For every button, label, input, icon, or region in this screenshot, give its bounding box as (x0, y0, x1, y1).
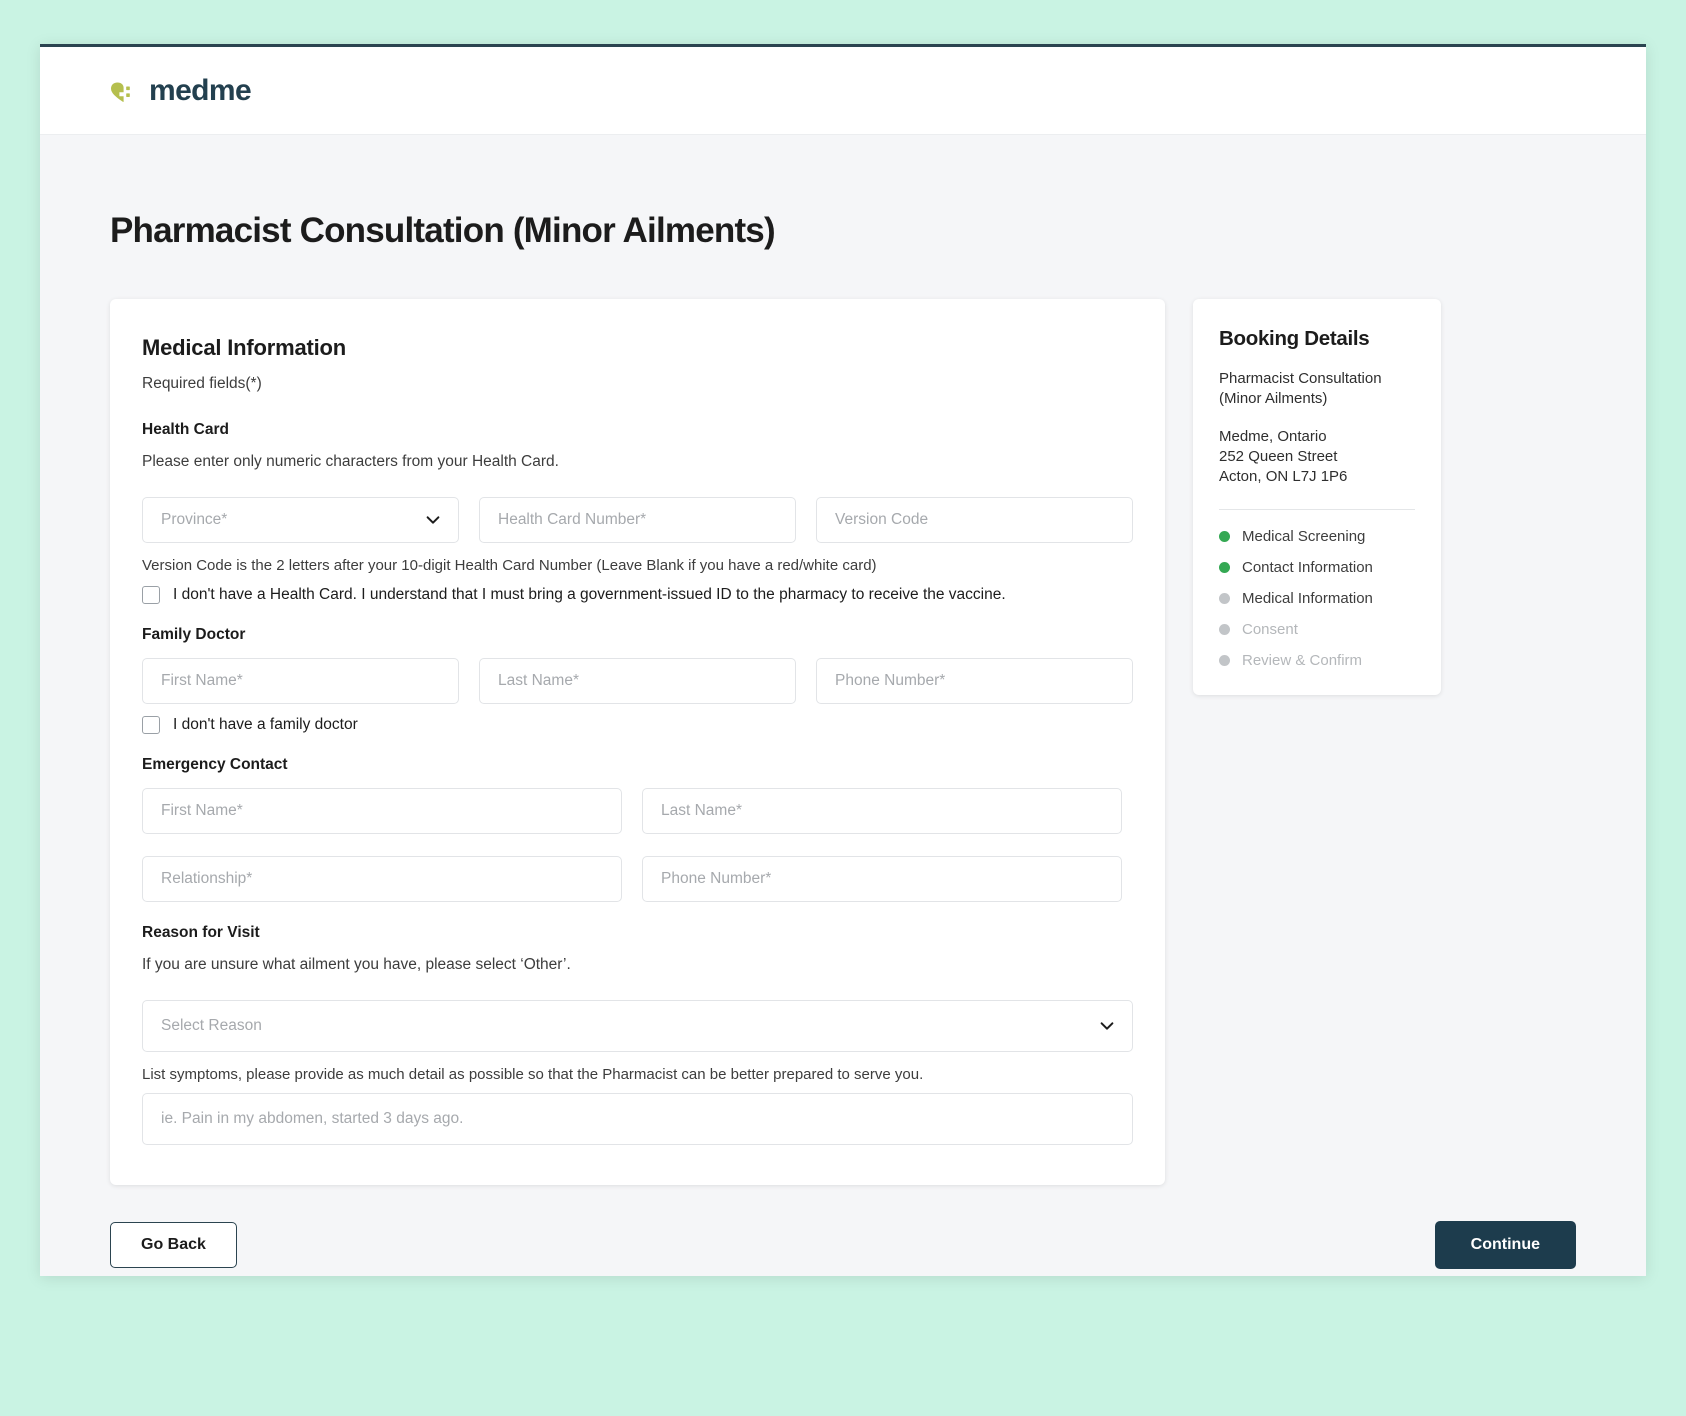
emergency-last-name-placeholder: Last Name* (661, 802, 742, 819)
no-health-card-label: I don't have a Health Card. I understand… (173, 586, 1006, 603)
booking-service-line2: (Minor Ailments) (1219, 390, 1328, 408)
emergency-phone-input[interactable]: Phone Number* (642, 856, 1122, 902)
booking-address-line3: Acton, ON L7J 1P6 (1219, 468, 1348, 485)
booking-address: Medme, Ontario 252 Queen Street Acton, O… (1219, 427, 1415, 488)
booking-service: Pharmacist Consultation (Minor Ailments) (1219, 369, 1415, 410)
health-card-label: Health Card (142, 421, 229, 438)
emergency-relationship-input[interactable]: Relationship* (142, 856, 622, 902)
page-content: Pharmacist Consultation (Minor Ailments)… (40, 211, 1646, 1185)
reason-for-visit-label: Reason for Visit (142, 924, 260, 941)
footer-actions: Go Back Continue (40, 1221, 1646, 1269)
booking-details-panel: Booking Details Pharmacist Consultation … (1193, 299, 1441, 696)
emergency-contact-name-row: First Name* Last Name* (142, 788, 1133, 834)
province-select[interactable]: Province* (142, 497, 459, 543)
app-window: medme Pharmacist Consultation (Minor Ail… (40, 44, 1646, 1276)
emergency-first-name-placeholder: First Name* (161, 802, 243, 819)
symptoms-help: List symptoms, please provide as much de… (142, 1066, 924, 1083)
form-section-title: Medical Information (142, 335, 346, 360)
step-status-dot-icon (1219, 624, 1230, 636)
step-label: Consent (1242, 621, 1298, 639)
reason-select-row: Select Reason (142, 1000, 1133, 1052)
family-doctor-phone-placeholder: Phone Number* (835, 672, 946, 689)
family-doctor-first-name-placeholder: First Name* (161, 672, 243, 689)
family-doctor-phone-input[interactable]: Phone Number* (816, 658, 1133, 704)
step-label: Contact Information (1242, 559, 1373, 577)
continue-button[interactable]: Continue (1434, 1221, 1576, 1269)
health-card-row: Province* Health Card Number* Version Co… (142, 497, 1133, 543)
booking-divider (1219, 509, 1415, 511)
top-bar: medme (40, 47, 1646, 135)
step-medical-information[interactable]: Medical Information (1219, 590, 1415, 607)
province-placeholder: Province* (161, 511, 228, 528)
health-card-help: Please enter only numeric characters fro… (142, 453, 559, 470)
step-label: Review & Confirm (1242, 652, 1363, 670)
step-status-dot-icon (1219, 531, 1230, 543)
step-status-dot-icon (1219, 593, 1230, 605)
booking-details-title: Booking Details (1219, 327, 1370, 350)
family-doctor-label: Family Doctor (142, 626, 246, 643)
emergency-relationship-placeholder: Relationship* (161, 870, 253, 887)
health-card-number-placeholder: Health Card Number* (498, 511, 647, 528)
step-label: Medical Information (1242, 590, 1373, 608)
version-code-hint: Version Code is the 2 letters after your… (142, 557, 877, 574)
go-back-button[interactable]: Go Back (110, 1222, 237, 1268)
version-code-input[interactable]: Version Code (816, 497, 1133, 543)
version-code-placeholder: Version Code (835, 511, 929, 528)
brand-logo[interactable]: medme (110, 73, 252, 108)
reason-for-visit-help: If you are unsure what ailment you have,… (142, 956, 571, 973)
chevron-down-icon (424, 511, 442, 529)
no-family-doctor-checkbox[interactable] (142, 716, 160, 734)
step-status-dot-icon (1219, 655, 1230, 667)
step-review-confirm[interactable]: Review & Confirm (1219, 652, 1415, 669)
medical-information-form: Medical Information Required fields(*) H… (110, 299, 1165, 1185)
family-doctor-row: First Name* Last Name* Phone Number* (142, 658, 1133, 704)
no-family-doctor-label: I don't have a family doctor (173, 716, 358, 733)
no-family-doctor-checkbox-row[interactable]: I don't have a family doctor (142, 716, 1133, 734)
step-contact-information[interactable]: Contact Information (1219, 559, 1415, 576)
family-doctor-last-name-placeholder: Last Name* (498, 672, 579, 689)
reason-select[interactable]: Select Reason (142, 1000, 1133, 1052)
step-medical-screening[interactable]: Medical Screening (1219, 528, 1415, 545)
row-spacer (142, 834, 1133, 856)
no-health-card-checkbox-row[interactable]: I don't have a Health Card. I understand… (142, 586, 1133, 604)
emergency-contact-label: Emergency Contact (142, 756, 288, 773)
booking-address-line1: Medme, Ontario (1219, 427, 1327, 445)
brand-name: medme (149, 73, 252, 107)
booking-address-line2: 252 Queen Street (1219, 447, 1338, 465)
emergency-phone-placeholder: Phone Number* (661, 870, 772, 887)
family-doctor-last-name-input[interactable]: Last Name* (479, 658, 796, 704)
health-card-number-input[interactable]: Health Card Number* (479, 497, 796, 543)
emergency-first-name-input[interactable]: First Name* (142, 788, 622, 834)
symptoms-placeholder: ie. Pain in my abdomen, started 3 days a… (161, 1110, 464, 1127)
reason-select-placeholder: Select Reason (161, 1017, 262, 1034)
booking-service-line1: Pharmacist Consultation (1219, 370, 1382, 387)
emergency-contact-detail-row: Relationship* Phone Number* (142, 856, 1133, 902)
row-spacer-2 (142, 902, 1133, 924)
symptoms-input[interactable]: ie. Pain in my abdomen, started 3 days a… (142, 1093, 1133, 1145)
symptoms-row: ie. Pain in my abdomen, started 3 days a… (142, 1093, 1133, 1145)
required-fields-note: Required fields(*) (142, 375, 262, 392)
step-status-dot-icon (1219, 562, 1230, 574)
step-label: Medical Screening (1242, 528, 1366, 546)
family-doctor-first-name-input[interactable]: First Name* (142, 658, 459, 704)
medme-logo-icon (110, 76, 140, 106)
chevron-down-icon (1098, 1017, 1116, 1035)
page-title: Pharmacist Consultation (Minor Ailments) (110, 211, 776, 250)
emergency-last-name-input[interactable]: Last Name* (642, 788, 1122, 834)
step-consent[interactable]: Consent (1219, 621, 1415, 638)
content-columns: Medical Information Required fields(*) H… (110, 299, 1576, 1185)
no-health-card-checkbox[interactable] (142, 586, 160, 604)
